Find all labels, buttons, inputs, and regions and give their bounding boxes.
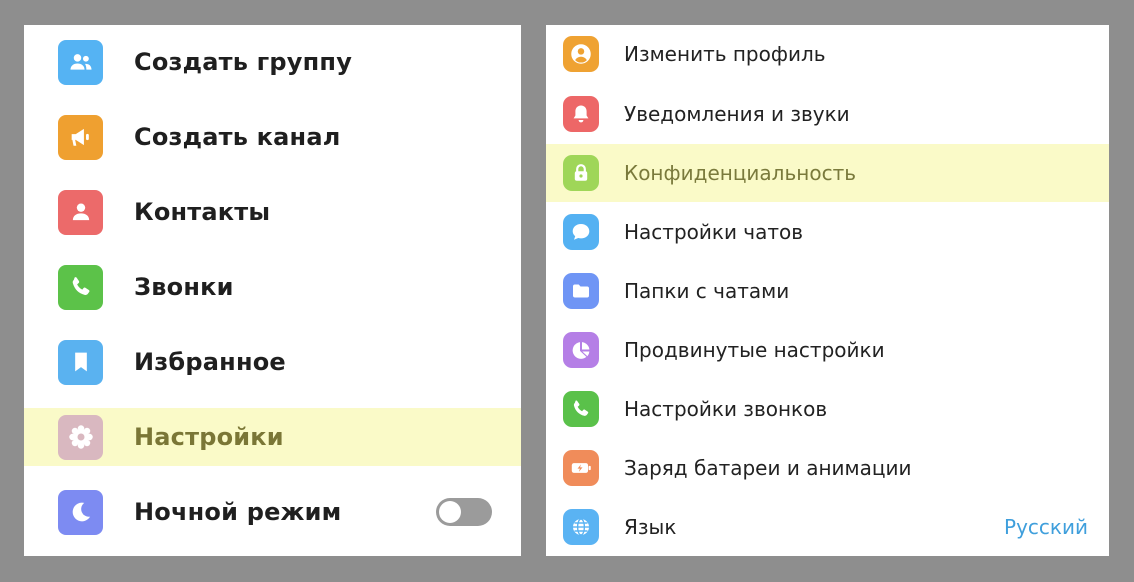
battery-icon: [563, 450, 599, 486]
settings-item-chat-folders[interactable]: Папки с чатами: [546, 262, 1109, 320]
settings-item-advanced[interactable]: Продвинутые настройки: [546, 321, 1109, 379]
pie-chart-icon: [563, 332, 599, 368]
main-menu-panel: Создать группу Создать канал Контакты Зв…: [24, 25, 521, 556]
group-icon: [58, 39, 103, 85]
toggle-knob: [439, 501, 461, 523]
night-mode-toggle[interactable]: [436, 498, 492, 526]
gear-icon: [58, 414, 103, 460]
menu-item-label: Создать канал: [134, 123, 341, 151]
settings-panel: Изменить профиль Уведомления и звуки Кон…: [546, 25, 1109, 556]
menu-item-saved[interactable]: Избранное: [24, 333, 521, 391]
menu-item-settings[interactable]: Настройки: [24, 408, 521, 466]
bell-icon: [563, 96, 599, 132]
settings-item-label: Настройки звонков: [624, 397, 828, 421]
moon-icon: [58, 489, 103, 535]
settings-item-language[interactable]: Язык Русский: [546, 498, 1109, 556]
menu-item-label: Создать группу: [134, 48, 353, 76]
bookmark-icon: [58, 339, 103, 385]
menu-item-night-mode[interactable]: Ночной режим: [24, 483, 521, 541]
globe-icon: [563, 509, 599, 545]
settings-item-label: Уведомления и звуки: [624, 102, 850, 126]
settings-item-edit-profile[interactable]: Изменить профиль: [546, 25, 1109, 83]
menu-item-label: Избранное: [134, 348, 286, 376]
megaphone-icon: [58, 114, 103, 160]
menu-item-label: Контакты: [134, 198, 271, 226]
settings-item-label: Папки с чатами: [624, 279, 790, 303]
settings-item-privacy[interactable]: Конфиденциальность: [546, 144, 1109, 202]
menu-item-contacts[interactable]: Контакты: [24, 183, 521, 241]
menu-item-create-group[interactable]: Создать группу: [24, 33, 521, 91]
lock-icon: [563, 155, 599, 191]
profile-icon: [563, 36, 599, 72]
menu-item-label: Ночной режим: [134, 498, 342, 526]
settings-item-label: Язык: [624, 515, 677, 539]
menu-item-create-channel[interactable]: Создать канал: [24, 108, 521, 166]
folder-icon: [563, 273, 599, 309]
settings-item-power-saving[interactable]: Заряд батареи и анимации: [546, 439, 1109, 497]
language-value: Русский: [1004, 515, 1088, 539]
menu-item-calls[interactable]: Звонки: [24, 258, 521, 316]
phone-icon: [563, 391, 599, 427]
settings-item-call-settings[interactable]: Настройки звонков: [546, 380, 1109, 438]
settings-item-label: Заряд батареи и анимации: [624, 456, 912, 480]
chat-bubble-icon: [563, 214, 599, 250]
settings-item-label: Настройки чатов: [624, 220, 804, 244]
menu-item-label: Звонки: [134, 273, 234, 301]
menu-item-label: Настройки: [134, 423, 284, 451]
settings-item-label: Изменить профиль: [624, 42, 826, 66]
settings-item-chat-settings[interactable]: Настройки чатов: [546, 203, 1109, 261]
settings-item-label: Конфиденциальность: [624, 161, 857, 185]
phone-icon: [58, 264, 103, 310]
settings-item-notifications[interactable]: Уведомления и звуки: [546, 85, 1109, 143]
settings-item-label: Продвинутые настройки: [624, 338, 885, 362]
person-icon: [58, 189, 103, 235]
